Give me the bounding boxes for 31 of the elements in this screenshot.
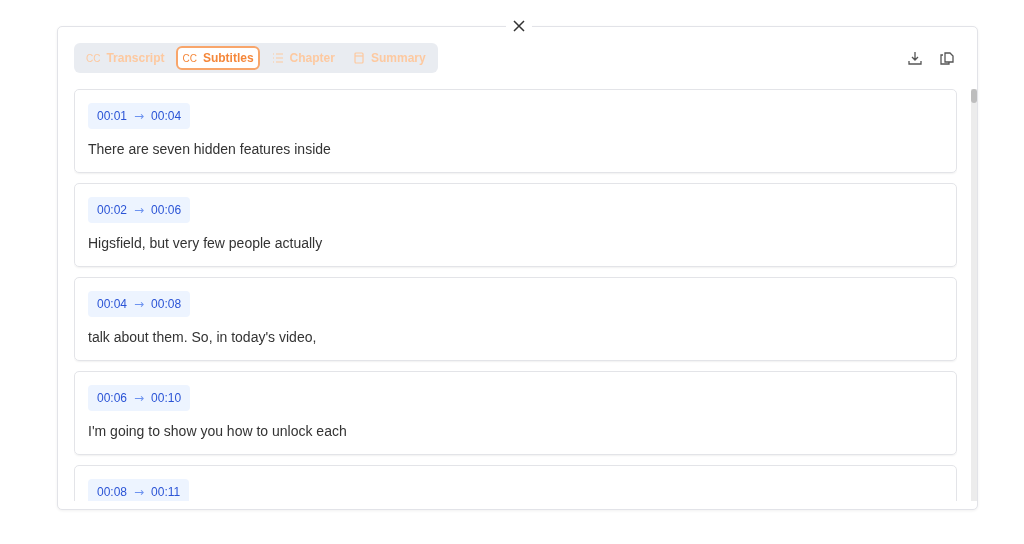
arrow: → [134, 391, 145, 405]
end-time: 00:08 [151, 297, 182, 311]
document-icon [352, 52, 365, 64]
arrow: → [134, 109, 145, 123]
copy-icon[interactable] [939, 50, 955, 66]
tab[interactable]: CC Transcript [80, 46, 171, 70]
start-time: 00:08 [97, 485, 128, 499]
subtitle-text: There are seven hidden features inside [88, 141, 332, 157]
list-icon [271, 52, 284, 64]
tab[interactable]: CC Subtitles [176, 46, 260, 70]
end-time: 00:10 [151, 391, 182, 405]
subtitle-text: I'm going to show you how to unlock each [88, 423, 348, 439]
close-icon [513, 20, 525, 32]
start-time: 00:04 [97, 297, 128, 311]
tab[interactable]: Summary [346, 46, 432, 70]
scrollbar[interactable] [971, 89, 977, 501]
cc-icon: CC [182, 52, 197, 64]
start-time: 00:06 [97, 391, 128, 405]
end-time: 00:06 [151, 203, 182, 217]
end-time: 00:11 [151, 485, 181, 499]
arrow: → [134, 297, 145, 311]
start-time: 00:02 [97, 203, 128, 217]
arrow: → [134, 203, 145, 217]
cc-icon: CC [86, 52, 101, 64]
end-time: 00:04 [151, 109, 182, 123]
subtitle-text: Higsfield, but very few people actually [88, 235, 324, 251]
tab[interactable]: Chapter [265, 46, 341, 70]
start-time: 00:01 [97, 109, 128, 123]
arrow: → [134, 485, 145, 499]
download-icon[interactable] [907, 50, 923, 66]
subtitle-text: talk about them. So, in today's video, [88, 329, 318, 345]
